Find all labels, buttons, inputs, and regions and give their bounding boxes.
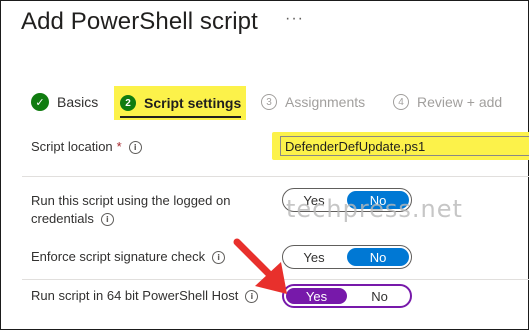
more-options-icon[interactable]: ··· bbox=[285, 10, 304, 28]
info-icon[interactable]: i bbox=[100, 213, 114, 227]
step-assignments-label: Assignments bbox=[285, 94, 366, 110]
step-number-3-icon: 3 bbox=[261, 94, 277, 110]
step-script-settings[interactable]: 2 Script settings bbox=[114, 86, 247, 120]
watermark: techpress.net bbox=[286, 195, 463, 223]
step-assignments[interactable]: 3 Assignments bbox=[261, 90, 365, 114]
step-number-2-icon: 2 bbox=[120, 95, 136, 111]
info-icon[interactable]: i bbox=[128, 141, 142, 155]
red-arrow-icon bbox=[233, 238, 287, 294]
divider bbox=[22, 176, 529, 177]
step-number-4-icon: 4 bbox=[393, 94, 409, 110]
page-title: Add PowerShell script bbox=[21, 8, 258, 35]
script-location-field[interactable]: DefenderDefUpdate.ps1 bbox=[280, 136, 529, 156]
step-review-add-label: Review + add bbox=[417, 94, 503, 110]
run-logged-on-line1: Run this script using the logged on bbox=[31, 193, 231, 208]
toggle-no[interactable]: No bbox=[349, 286, 410, 306]
step-review-add[interactable]: 4 Review + add bbox=[393, 90, 502, 114]
required-mark: * bbox=[116, 139, 122, 154]
step-script-settings-label: Script settings bbox=[144, 95, 242, 111]
toggle-no[interactable]: No bbox=[347, 248, 409, 266]
signature-check-label: Enforce script signature check i bbox=[31, 248, 226, 266]
step-basics[interactable]: ✓ Basics bbox=[31, 90, 98, 114]
script-location-text: Script location bbox=[31, 139, 113, 154]
script-location-label: Script location * i bbox=[31, 138, 142, 156]
step-basics-label: Basics bbox=[57, 94, 99, 110]
signature-check-text: Enforce script signature check bbox=[31, 249, 206, 264]
script-location-highlight: DefenderDefUpdate.ps1 bbox=[272, 132, 529, 160]
run-64bit-toggle[interactable]: Yes No bbox=[282, 284, 412, 308]
run-logged-on-line2: credentials bbox=[31, 211, 94, 226]
run-64bit-text: Run script in 64 bit PowerShell Host bbox=[31, 288, 239, 303]
current-step-underline bbox=[120, 116, 242, 118]
checkmark-circle-icon: ✓ bbox=[31, 93, 49, 111]
signature-check-toggle[interactable]: Yes No bbox=[282, 245, 412, 269]
info-icon[interactable]: i bbox=[212, 251, 226, 265]
run-logged-on-label: Run this script using the logged on cred… bbox=[31, 192, 230, 228]
